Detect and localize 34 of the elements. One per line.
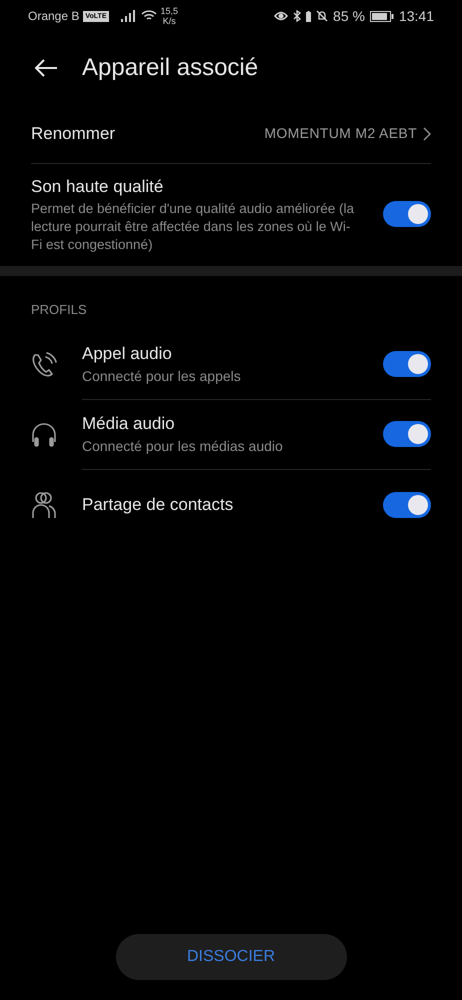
headphones-icon bbox=[31, 422, 57, 448]
page-title: Appareil associé bbox=[82, 53, 258, 83]
bluetooth-battery-icon bbox=[306, 10, 312, 22]
carrier-name: Orange B bbox=[28, 8, 80, 25]
back-arrow-icon bbox=[34, 58, 58, 78]
battery-icon bbox=[370, 10, 394, 22]
bluetooth-icon bbox=[293, 10, 302, 22]
rename-label: Renommer bbox=[31, 122, 116, 145]
wifi-icon bbox=[140, 10, 157, 22]
phone-icon bbox=[31, 350, 57, 378]
toggle-switch[interactable] bbox=[383, 351, 431, 377]
chevron-right-icon bbox=[423, 126, 431, 140]
muted-bell-icon bbox=[316, 10, 328, 22]
clock: 13:41 bbox=[398, 6, 434, 26]
network-speed-unit: K/s bbox=[162, 16, 176, 26]
device-name: MOMENTUM M2 AEBT bbox=[264, 124, 417, 143]
toggle-switch[interactable] bbox=[383, 492, 431, 518]
setting-title: Son haute qualité bbox=[31, 176, 164, 198]
toggle-switch[interactable] bbox=[383, 201, 431, 227]
network-speed-value: 15,5 bbox=[160, 6, 178, 16]
signal-icon bbox=[120, 10, 137, 22]
battery-percentage: 85 % bbox=[333, 6, 365, 26]
contacts-icon bbox=[31, 490, 57, 518]
profile-title: Partage de contacts bbox=[82, 494, 234, 516]
setting-description: Permet de bénéficier d'une qualité audio améliorée (la lecture pourrait être affectée dans les zones où le Wi-Fi est congestionné) bbox=[31, 200, 356, 254]
toggle-switch[interactable] bbox=[383, 421, 431, 447]
profile-subtitle: Connecté pour les appels bbox=[82, 367, 242, 386]
rename-row[interactable]: Renommer MOMENTUM M2 AEBT bbox=[31, 104, 431, 164]
section-heading: PROFILS bbox=[30, 301, 88, 319]
eye-icon bbox=[274, 11, 288, 21]
profile-title: Appel audio bbox=[82, 343, 173, 365]
unpair-button[interactable]: DISSOCIER bbox=[116, 934, 346, 980]
profile-title: Média audio bbox=[82, 413, 176, 435]
profile-subtitle: Connecté pour les médias audio bbox=[82, 437, 284, 456]
